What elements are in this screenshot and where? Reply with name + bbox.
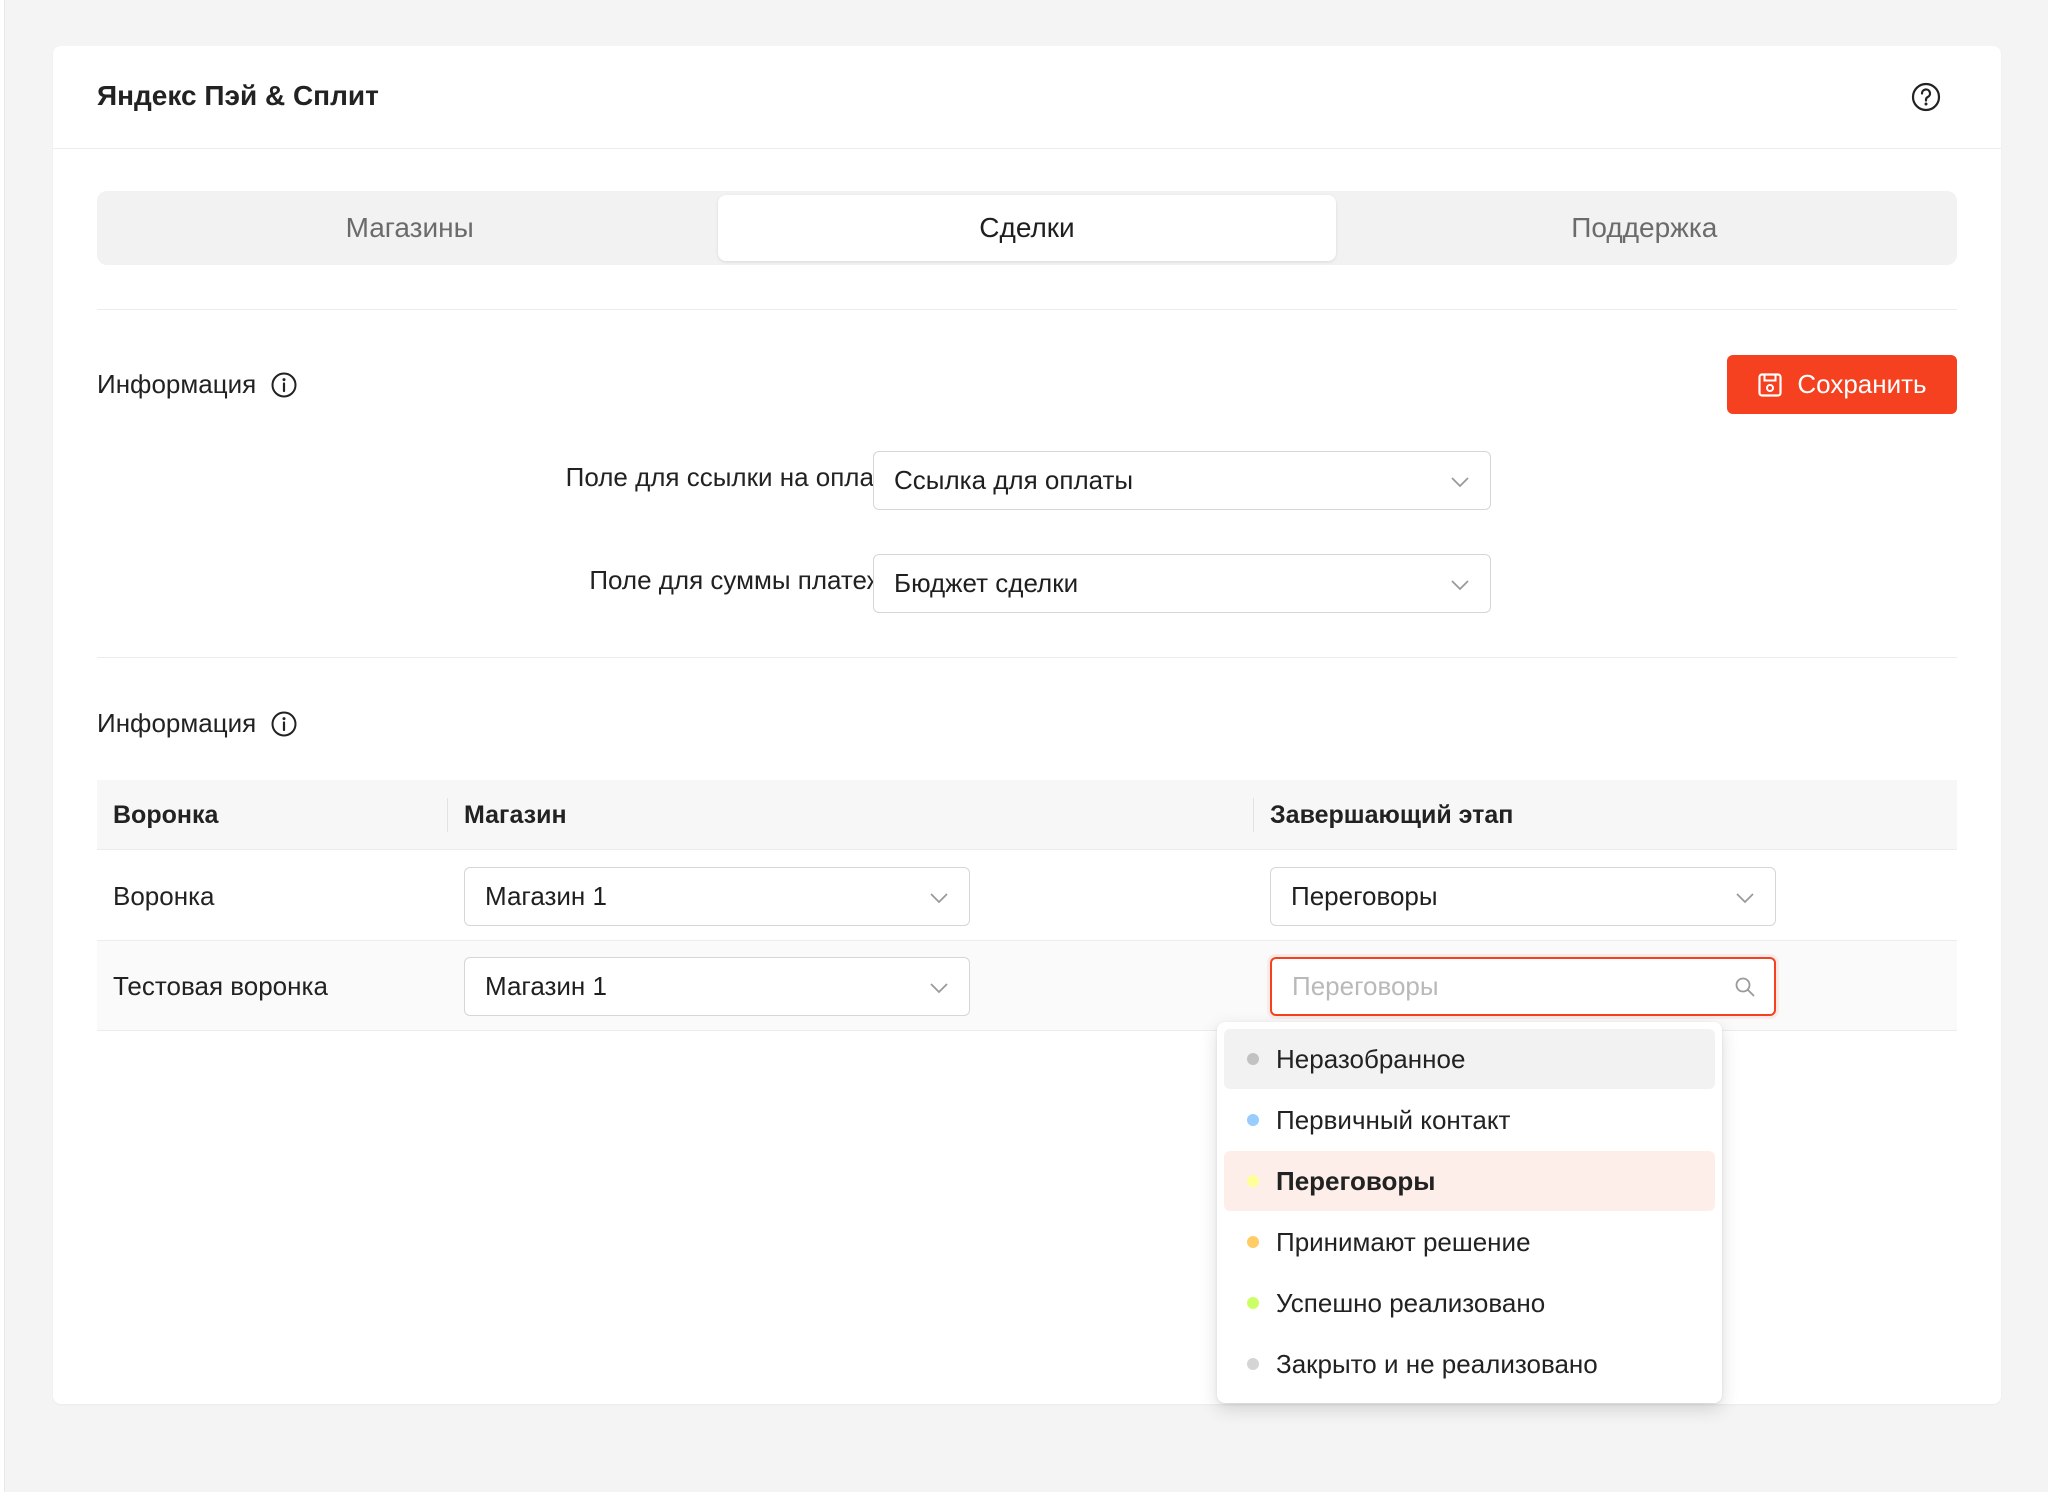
chevron-down-icon [1451,580,1469,591]
dropdown-option-label: Успешно реализовано [1276,1287,1546,1318]
table-row: Тестовая воронка Магазин 1 Переговоры [97,941,1957,1031]
final-stage-select[interactable]: Переговоры [1270,867,1776,926]
save-button[interactable]: Сохранить [1727,355,1957,414]
chevron-down-icon [1451,477,1469,488]
section-divider [97,657,1957,658]
payment-link-field-value: Ссылка для оплаты [894,465,1134,495]
funnel-name: Воронка [113,880,215,911]
section-title-text: Информация [97,369,257,399]
dropdown-option[interactable]: Переговоры [1224,1151,1715,1211]
section-divider [97,309,1957,310]
dropdown-option-label: Переговоры [1276,1165,1436,1196]
payment-link-field-label: Поле для ссылки на оплату : [565,462,913,492]
store-select-value: Магазин 1 [485,971,607,1001]
column-header-final-stage: Завершающий этап [1270,800,1514,829]
dropdown-option-label: Неразобранное [1276,1043,1466,1074]
section-title-info: Информация [97,369,298,400]
question-circle-icon[interactable] [1910,81,1942,113]
dropdown-option-label: Первичный контакт [1276,1104,1511,1135]
dropdown-option-label: Закрыто и не реализовано [1276,1348,1598,1379]
column-header-funnel: Воронка [113,800,219,829]
save-button-label: Сохранить [1797,369,1927,399]
final-stage-search-input[interactable]: Переговоры [1270,957,1776,1016]
tab-bar: Магазины Сделки Поддержка [97,191,1957,265]
column-separator [447,798,448,832]
dropdown-option[interactable]: Успешно реализовано [1224,1273,1715,1333]
chevron-down-icon [930,893,948,904]
chevron-down-icon [1736,893,1754,904]
status-dot-icon [1247,1053,1259,1065]
table-row: Воронка Магазин 1 Переговоры [97,851,1957,941]
status-dot-icon [1247,1175,1259,1187]
status-dot-icon [1247,1358,1259,1370]
status-dot-icon [1247,1297,1259,1309]
payment-amount-field-label: Поле для суммы платежа : [589,565,913,595]
page-title: Яндекс Пэй & Сплит [97,80,379,111]
tab-stores[interactable]: Магазины [101,195,718,261]
chevron-down-icon [930,983,948,994]
status-dot-icon [1247,1114,1259,1126]
column-header-store: Магазин [464,800,567,829]
dropdown-option[interactable]: Закрыто и не реализовано [1224,1334,1715,1394]
stage-dropdown-menu: Неразобранное Первичный контакт Перегово… [1217,1022,1722,1403]
info-icon[interactable] [270,710,298,738]
column-separator [1253,798,1254,832]
dropdown-option[interactable]: Первичный контакт [1224,1090,1715,1150]
save-icon [1758,372,1782,397]
store-select-value: Магазин 1 [485,881,607,911]
funnel-name: Тестовая воронка [113,970,328,1001]
section-title-text: Информация [97,708,257,738]
dropdown-option-label: Принимают решение [1276,1226,1531,1257]
final-stage-search-placeholder: Переговоры [1292,971,1439,1001]
left-panel-edge [0,0,5,1492]
card-header: Яндекс Пэй & Сплит [53,46,2001,149]
dropdown-option[interactable]: Неразобранное [1224,1029,1715,1089]
store-select[interactable]: Магазин 1 [464,957,970,1016]
table-header: Воронка Магазин Завершающий этап [97,780,1957,850]
section-title-info: Информация [97,708,298,739]
payment-amount-field-value: Бюджет сделки [894,568,1079,598]
store-select[interactable]: Магазин 1 [464,867,970,926]
tab-support[interactable]: Поддержка [1336,195,1953,261]
final-stage-select-value: Переговоры [1291,881,1438,911]
payment-link-field-select[interactable]: Ссылка для оплаты [873,451,1491,510]
info-icon[interactable] [270,371,298,399]
search-icon [1735,977,1755,997]
tab-deals[interactable]: Сделки [718,195,1336,261]
payment-amount-field-select[interactable]: Бюджет сделки [873,554,1491,613]
status-dot-icon [1247,1236,1259,1248]
dropdown-option[interactable]: Принимают решение [1224,1212,1715,1272]
